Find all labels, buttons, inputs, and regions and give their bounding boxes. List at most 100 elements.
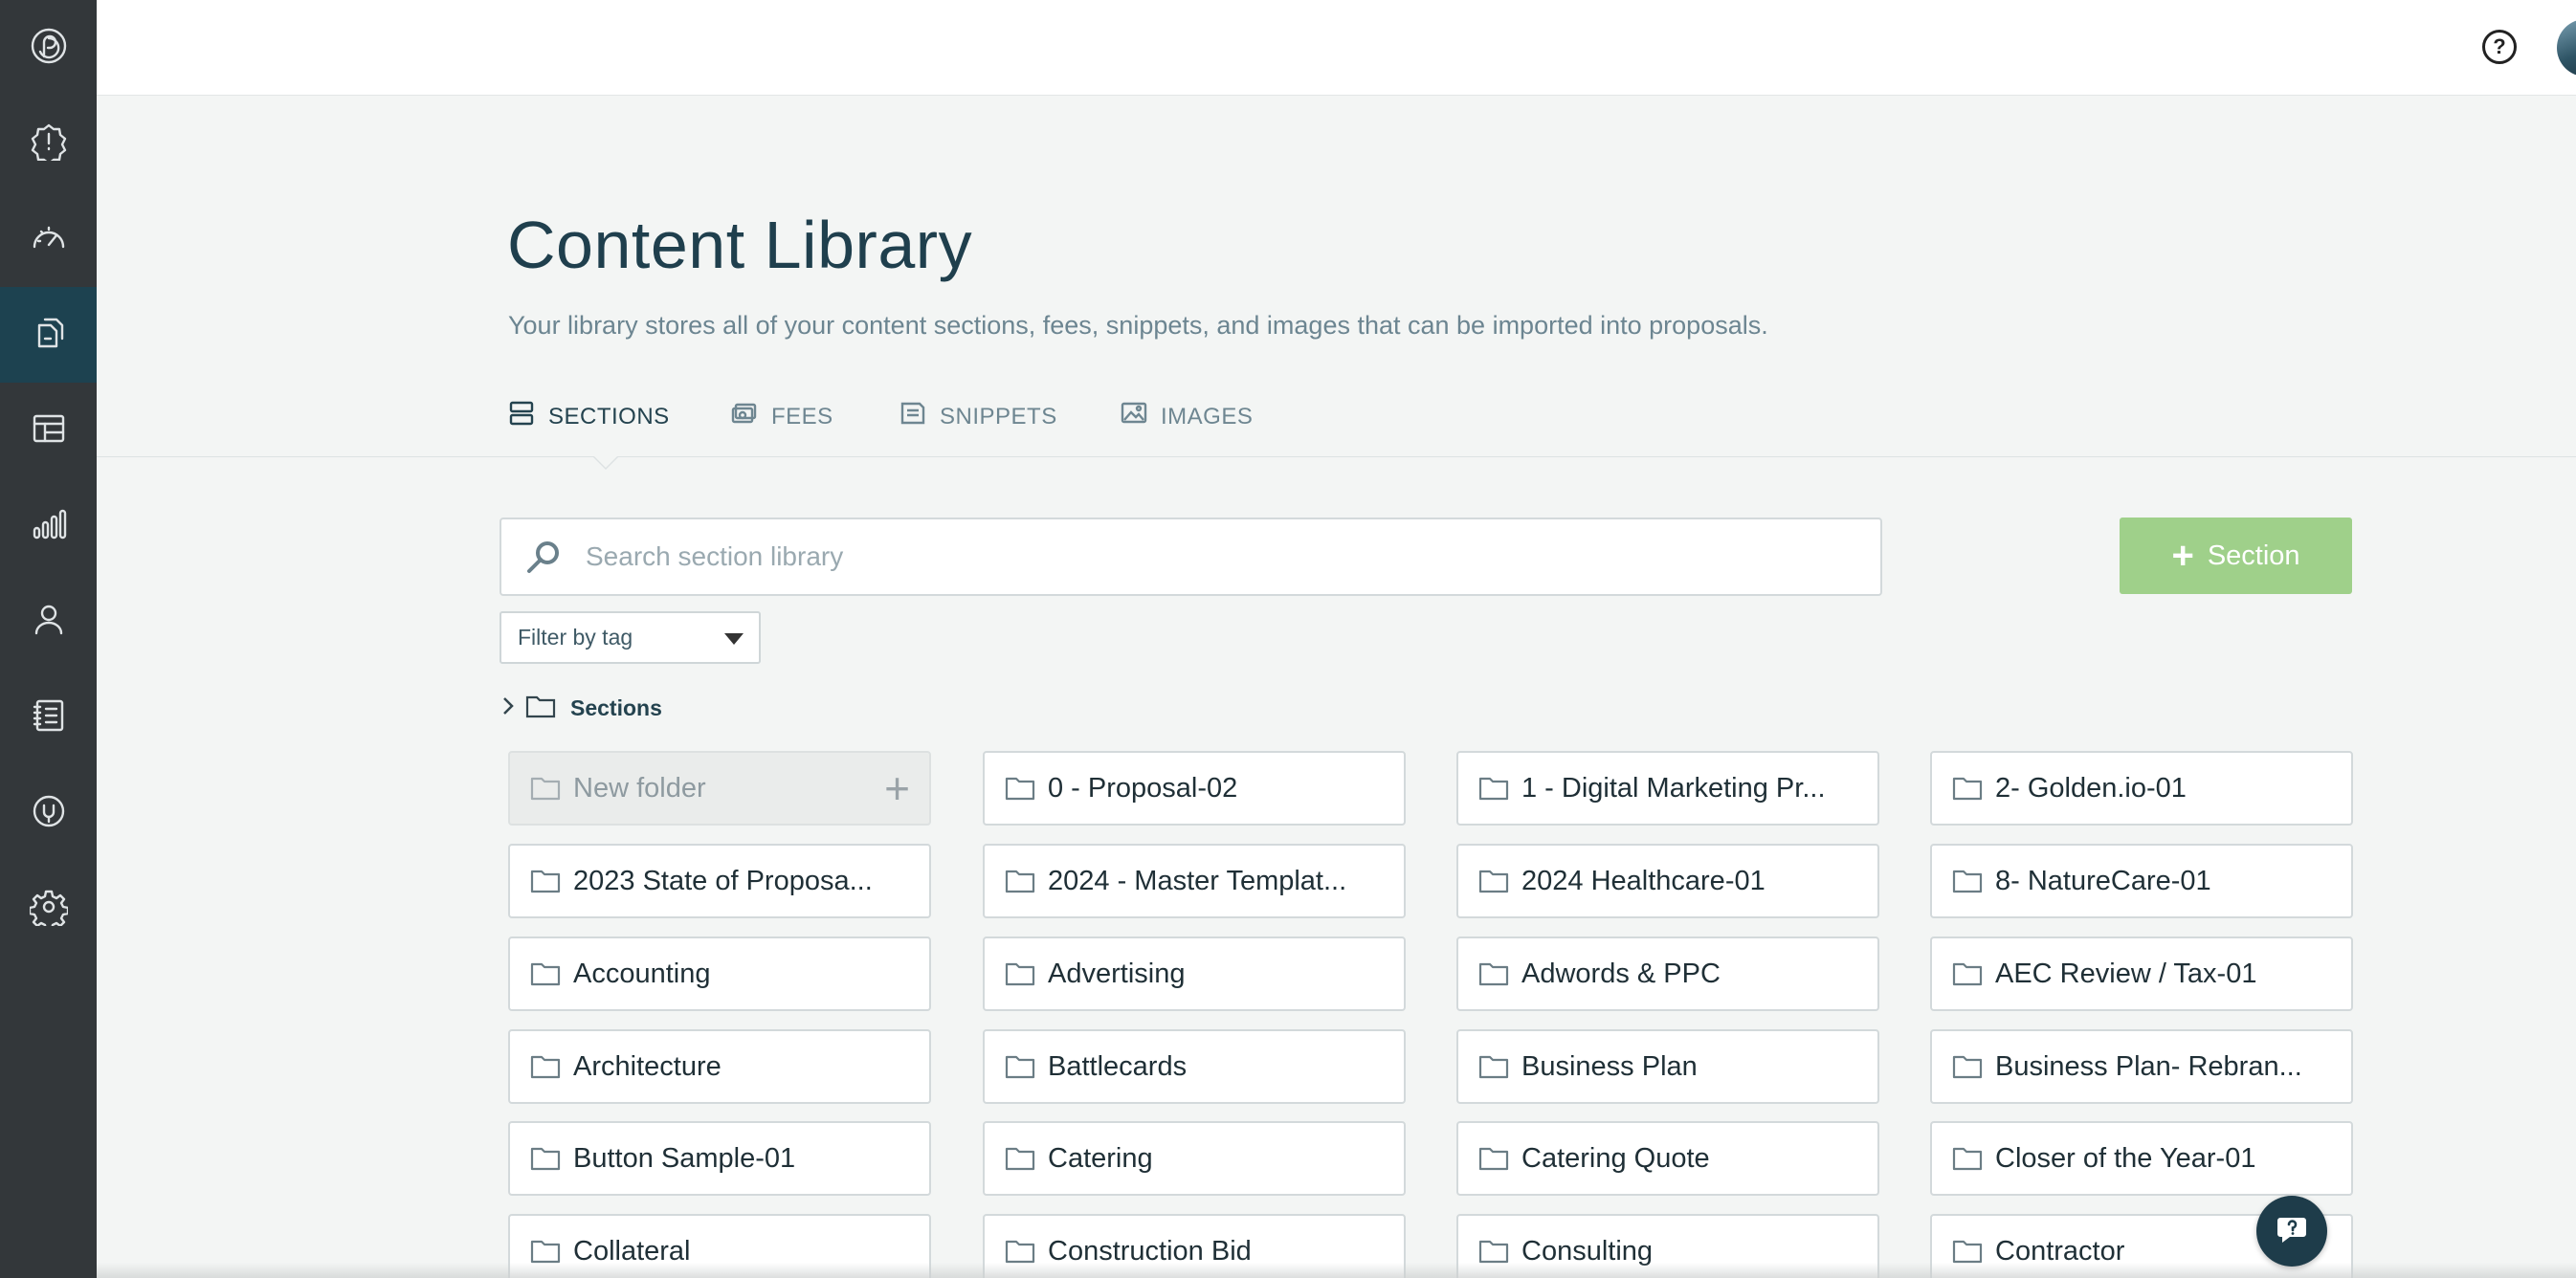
folder-tile[interactable]: Adwords & PPC	[1456, 936, 1879, 1011]
folder-icon	[1477, 1144, 1510, 1173]
folder-tile[interactable]: Accounting	[508, 936, 931, 1011]
folder-tile[interactable]: Closer of the Year-01	[1930, 1121, 2353, 1196]
folder-icon	[1004, 1052, 1036, 1081]
search-box	[500, 518, 1882, 596]
folder-icon	[1004, 959, 1036, 988]
add-section-button[interactable]: + Section	[2120, 518, 2352, 594]
folder-tile[interactable]: Battlecards	[983, 1029, 1406, 1104]
bottom-fade	[97, 1263, 2576, 1278]
plus-icon: +	[2171, 535, 2194, 577]
tab-label: IMAGES	[1161, 403, 1254, 430]
tab-snippets[interactable]: SNIPPETS	[899, 400, 1057, 433]
folder-name: Catering Quote	[1521, 1142, 1710, 1174]
folder-name: Adwords & PPC	[1521, 958, 1721, 989]
content-library-icon	[30, 314, 68, 357]
sidebar-item-contacts[interactable]	[0, 670, 97, 765]
folder-icon	[1951, 1144, 1984, 1173]
page-title: Content Library	[507, 208, 973, 282]
folder-icon	[1004, 774, 1036, 803]
tab-label: SNIPPETS	[940, 403, 1057, 430]
tabs-divider	[97, 456, 2576, 457]
folder-icon	[1951, 1237, 1984, 1266]
folder-tile[interactable]: Advertising	[983, 936, 1406, 1011]
folder-name: Advertising	[1048, 958, 1186, 989]
folder-name: Button Sample-01	[573, 1142, 796, 1174]
folder-icon	[1951, 867, 1984, 895]
folder-icon	[1477, 774, 1510, 803]
folder-tile[interactable]: 2024 - Master Templat...	[983, 844, 1406, 918]
folder-icon	[1004, 1237, 1036, 1266]
chat-help-button[interactable]	[2256, 1196, 2327, 1267]
tab-images[interactable]: IMAGES	[1121, 400, 1253, 433]
new-folder-button[interactable]: New folder +	[508, 751, 931, 826]
sidebar-item-integrations[interactable]	[0, 765, 97, 861]
sidebar-item-settings[interactable]	[0, 861, 97, 957]
sections-icon	[508, 400, 535, 433]
folder-name: 2- Golden.io-01	[1995, 772, 2187, 804]
folder-tile[interactable]: 1 - Digital Marketing Pr...	[1456, 751, 1879, 826]
folder-name: 8- NatureCare-01	[1995, 865, 2211, 896]
folder-icon	[529, 1144, 562, 1173]
folder-tile[interactable]: Catering	[983, 1121, 1406, 1196]
folder-name: Architecture	[573, 1050, 722, 1082]
logo-icon	[30, 27, 68, 70]
breadcrumb: Sections	[500, 693, 662, 723]
folder-icon	[1477, 1237, 1510, 1266]
sidebar-item-alerts[interactable]	[0, 96, 97, 191]
folder-tile[interactable]: 0 - Proposal-02	[983, 751, 1406, 826]
folder-icon	[529, 867, 562, 895]
folder-tile[interactable]: 8- NatureCare-01	[1930, 844, 2353, 918]
folder-name: 2023 State of Proposa...	[573, 865, 873, 896]
folder-name: Business Plan	[1521, 1050, 1698, 1082]
folder-icon	[1951, 1052, 1984, 1081]
folder-name: Battlecards	[1048, 1050, 1188, 1082]
folder-tile[interactable]: Button Sample-01	[508, 1121, 931, 1196]
folder-tile[interactable]: Business Plan- Rebran...	[1930, 1029, 2353, 1104]
fees-icon	[731, 400, 758, 433]
breadcrumb-label[interactable]: Sections	[570, 695, 662, 721]
sidebar-item-content-library[interactable]	[0, 287, 97, 383]
sidebar-item-users[interactable]	[0, 574, 97, 670]
folder-name: Catering	[1048, 1142, 1153, 1174]
page-subtitle: Your library stores all of your content …	[508, 311, 1768, 340]
tab-sections[interactable]: SECTIONS	[508, 400, 670, 433]
settings-gear-icon	[28, 888, 69, 931]
folder-name: AEC Review / Tax-01	[1995, 958, 2257, 989]
images-icon	[1121, 400, 1147, 433]
chat-icon	[2273, 1210, 2311, 1253]
filter-label: Filter by tag	[518, 625, 633, 650]
folder-icon	[1951, 774, 1984, 803]
contacts-book-icon	[30, 696, 68, 739]
folder-name: Business Plan- Rebran...	[1995, 1050, 2302, 1082]
sidebar-item-templates[interactable]	[0, 383, 97, 478]
folder-tile[interactable]: Architecture	[508, 1029, 931, 1104]
folder-tile[interactable]: 2024 Healthcare-01	[1456, 844, 1879, 918]
search-icon	[524, 539, 563, 577]
folder-icon	[1004, 867, 1036, 895]
alert-badge-icon	[30, 122, 68, 165]
chevron-right-icon[interactable]	[500, 694, 517, 723]
top-bar	[97, 0, 2576, 96]
folder-icon	[1477, 867, 1510, 895]
folder-tile[interactable]: 2023 State of Proposa...	[508, 844, 931, 918]
folder-name: 1 - Digital Marketing Pr...	[1521, 772, 1826, 804]
folder-name: Closer of the Year-01	[1995, 1142, 2256, 1174]
help-icon[interactable]: ?	[2482, 30, 2517, 64]
tab-fees[interactable]: FEES	[731, 400, 833, 433]
search-input[interactable]	[586, 519, 1868, 594]
folder-icon	[529, 1237, 562, 1266]
folder-tile[interactable]: Business Plan	[1456, 1029, 1879, 1104]
sidebar-item-reports[interactable]	[0, 478, 97, 574]
logo-button[interactable]	[0, 0, 97, 96]
folder-tile[interactable]: 2- Golden.io-01	[1930, 751, 2353, 826]
folder-icon	[529, 959, 562, 988]
folder-icon	[1951, 959, 1984, 988]
folder-tile[interactable]: Catering Quote	[1456, 1121, 1879, 1196]
folder-tile[interactable]: AEC Review / Tax-01	[1930, 936, 2353, 1011]
folder-icon	[529, 774, 562, 803]
sidebar-item-dashboard[interactable]	[0, 191, 97, 287]
filter-by-tag-select[interactable]: Filter by tag	[500, 611, 761, 664]
caret-down-icon	[724, 633, 744, 645]
active-tab-indicator	[592, 455, 619, 470]
dashboard-gauge-icon	[30, 218, 68, 261]
